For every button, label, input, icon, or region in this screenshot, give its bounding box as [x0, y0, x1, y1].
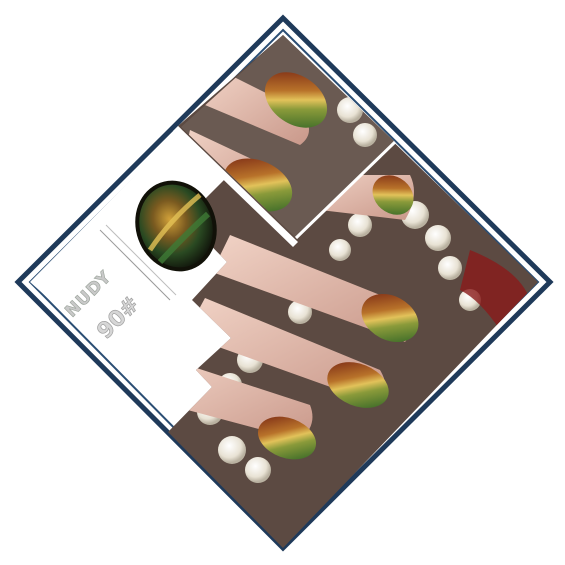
product-photo-scene: NUDY 90#: [14, 14, 554, 552]
